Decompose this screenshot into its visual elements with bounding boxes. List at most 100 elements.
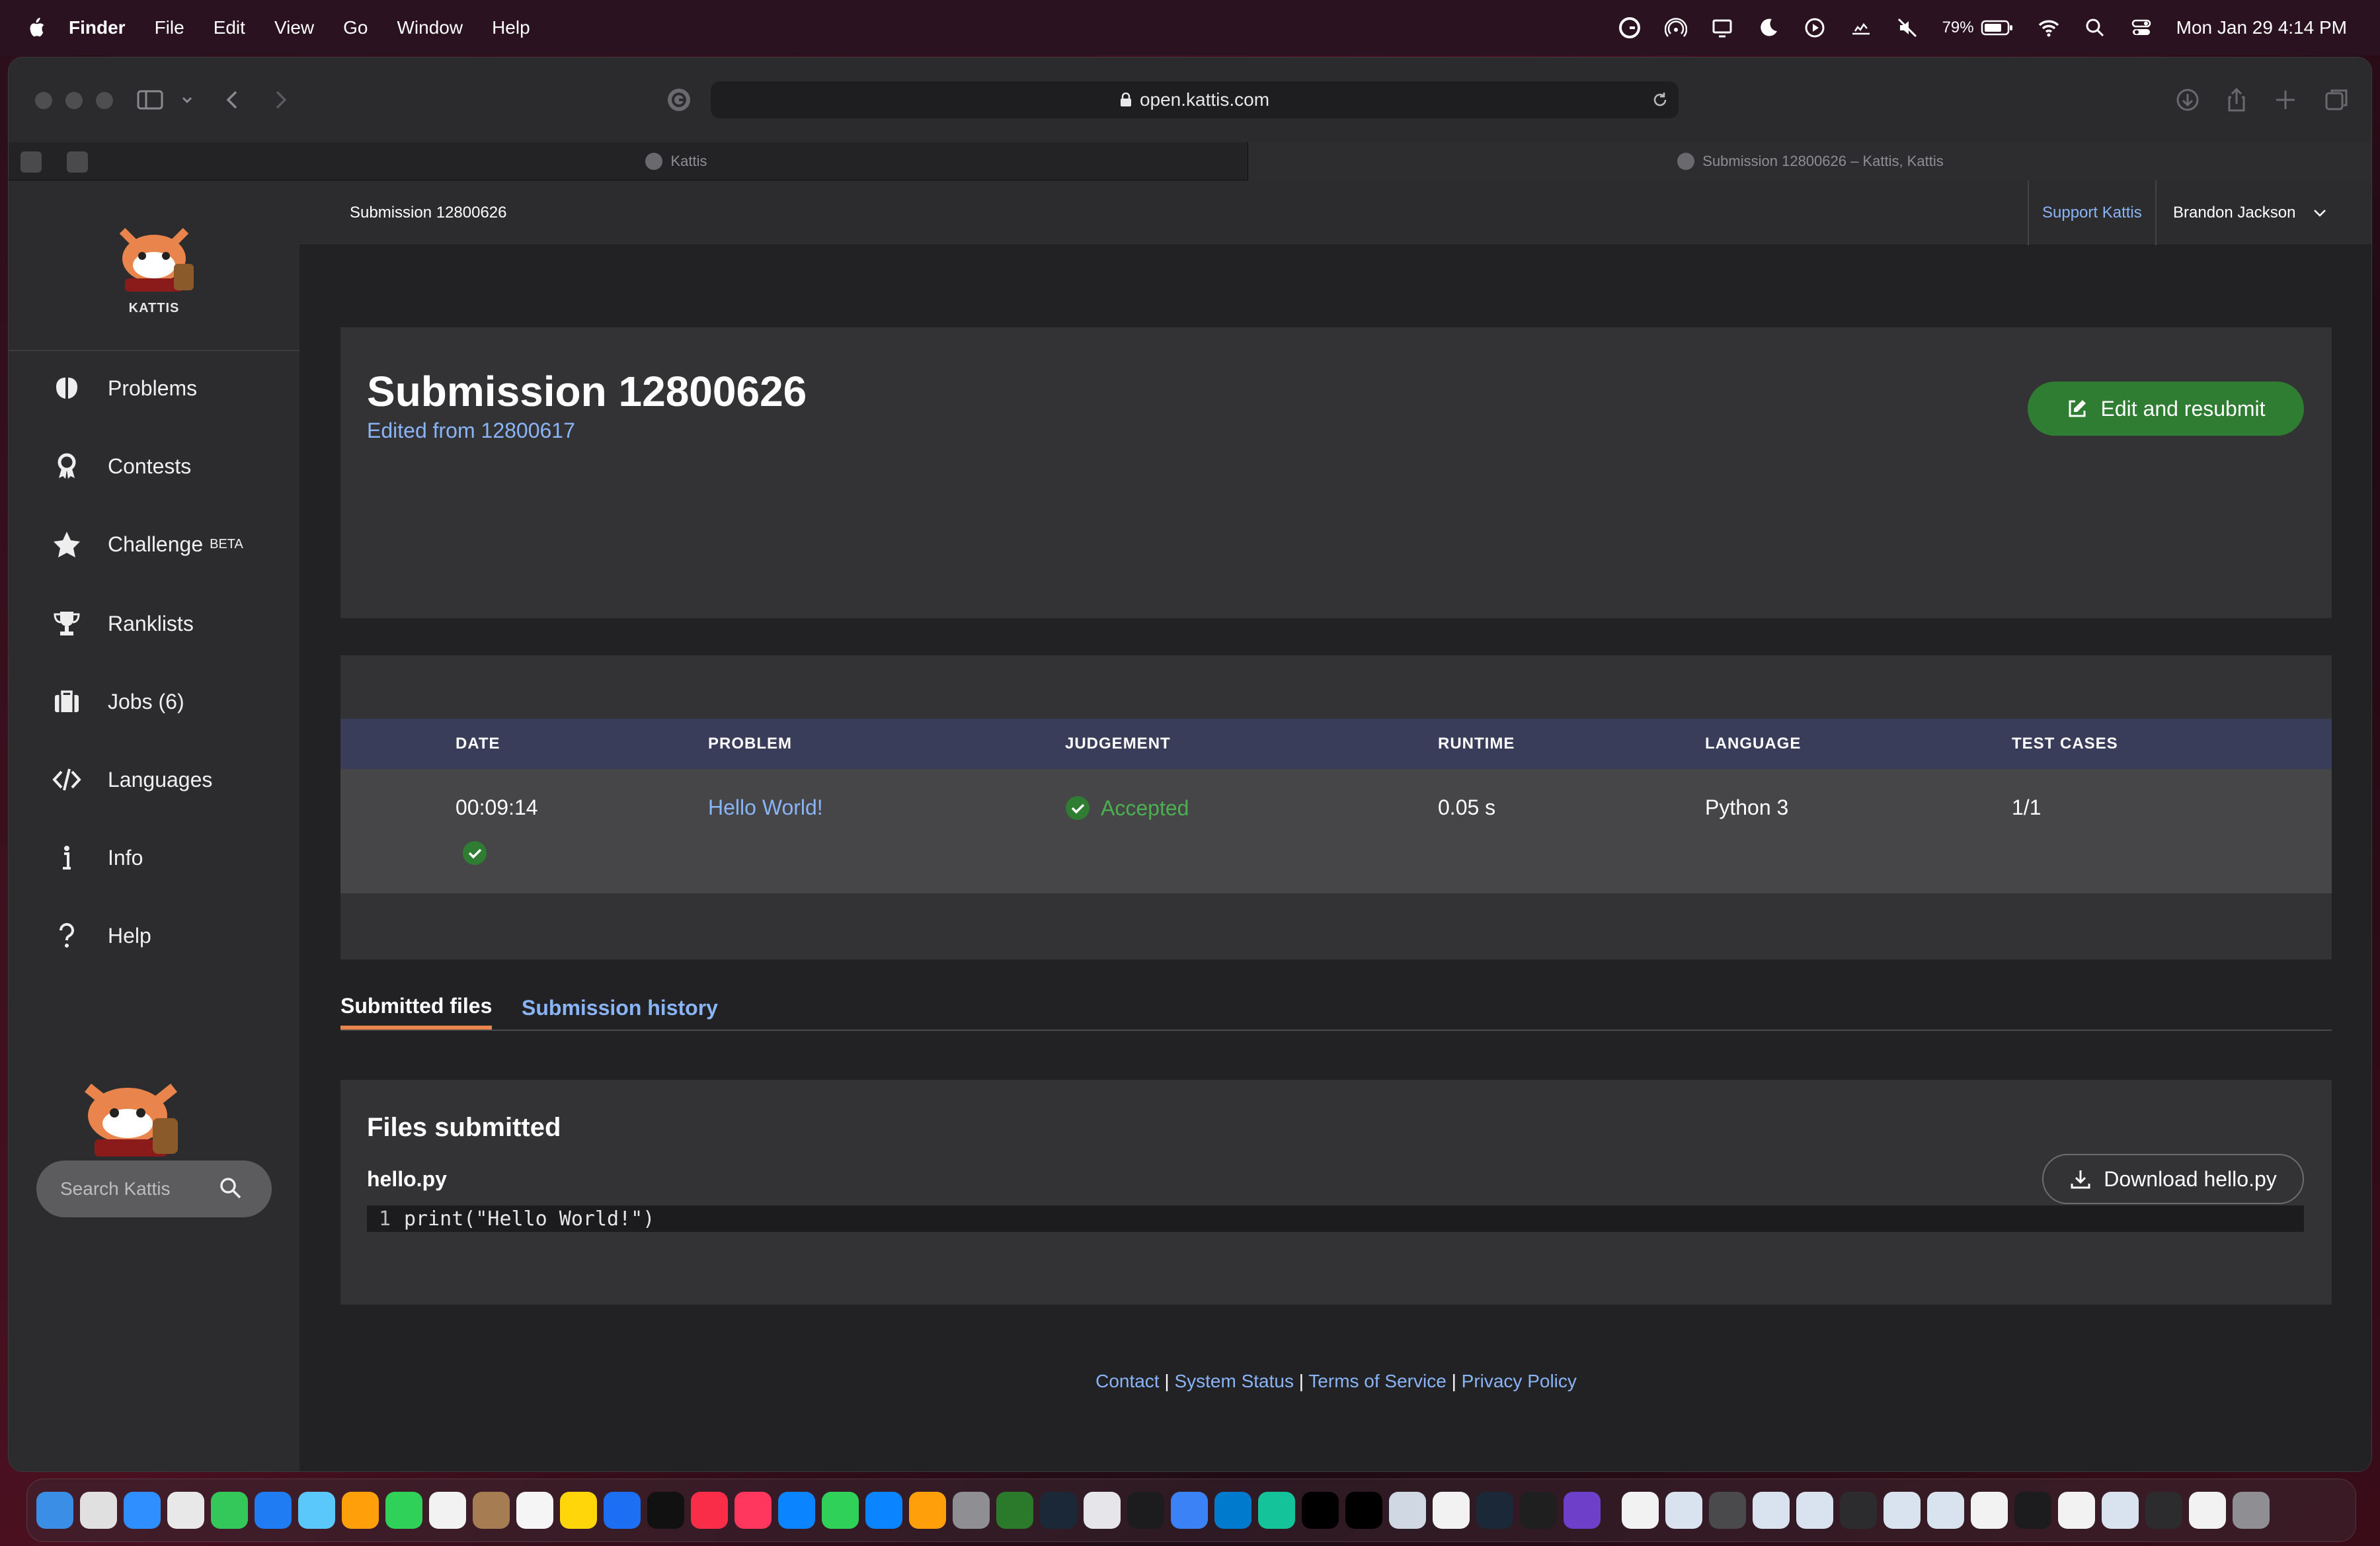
window-thumbnail-icon[interactable] (1840, 1492, 1877, 1529)
chevron-down-icon[interactable] (178, 85, 196, 114)
spotlight-search-icon[interactable] (2084, 17, 2106, 39)
grammarly-icon[interactable] (1618, 17, 1641, 39)
apple-icon[interactable] (26, 17, 46, 39)
mail-icon[interactable] (255, 1492, 292, 1529)
notes-icon[interactable] (560, 1492, 597, 1529)
back-icon[interactable] (219, 85, 248, 114)
user-menu[interactable]: Brandon Jackson (2173, 181, 2328, 245)
photos-icon[interactable] (342, 1492, 379, 1529)
dock-app-icon[interactable] (1084, 1492, 1121, 1529)
window-thumbnail-icon[interactable] (2189, 1492, 2226, 1529)
mute-icon[interactable] (1896, 17, 1919, 39)
preview-icon[interactable] (1389, 1492, 1426, 1529)
activity-monitor-icon[interactable] (1520, 1492, 1557, 1529)
minecraft-icon[interactable] (996, 1492, 1033, 1529)
news-icon[interactable] (734, 1492, 772, 1529)
window-thumbnail-icon[interactable] (1796, 1492, 1833, 1529)
search-input[interactable]: Search Kattis (36, 1160, 272, 1217)
xcode-icon[interactable] (1171, 1492, 1208, 1529)
window-thumbnail-icon[interactable] (2058, 1492, 2095, 1529)
display-icon[interactable] (1711, 17, 1733, 39)
sidebar-item-ranklists[interactable]: Ranklists (52, 604, 194, 643)
window-thumbnail-icon[interactable] (1971, 1492, 2008, 1529)
airdrop-icon[interactable] (1664, 17, 1687, 39)
window-thumbnail-icon[interactable] (1927, 1492, 1964, 1529)
music-icon[interactable] (691, 1492, 728, 1529)
numbers-icon[interactable] (822, 1492, 859, 1529)
terminal-icon[interactable] (1127, 1492, 1164, 1529)
pinned-tab[interactable] (20, 151, 42, 173)
reminders-icon[interactable] (516, 1492, 553, 1529)
contacts-icon[interactable] (473, 1492, 510, 1529)
tab-overview-icon[interactable] (2322, 85, 2352, 114)
download-button[interactable]: Download hello.py (2042, 1154, 2304, 1204)
terminal-icon[interactable] (1302, 1492, 1339, 1529)
menu-file[interactable]: File (155, 17, 184, 38)
system-settings-icon[interactable] (953, 1492, 990, 1529)
safari-icon[interactable] (124, 1492, 161, 1529)
footer-terms-link[interactable]: Terms of Service (1308, 1371, 1447, 1391)
capcut-icon[interactable] (1345, 1492, 1382, 1529)
app-store-icon[interactable] (865, 1492, 902, 1529)
menu-edit[interactable]: Edit (214, 17, 245, 38)
support-kattis-link[interactable]: Support Kattis (2028, 181, 2157, 245)
share-icon[interactable] (2222, 85, 2251, 114)
facetime-icon[interactable] (385, 1492, 422, 1529)
menu-view[interactable]: View (274, 17, 314, 38)
tab-submission[interactable]: Submission 12800626 – Kattis, Kattis (1248, 142, 2371, 181)
pinned-tab[interactable] (67, 151, 88, 173)
address-bar[interactable]: open.kattis.com (711, 81, 1679, 118)
pages-icon[interactable] (909, 1492, 946, 1529)
messages-icon[interactable] (211, 1492, 248, 1529)
window-thumbnail-icon[interactable] (1884, 1492, 1921, 1529)
tv-icon[interactable] (647, 1492, 684, 1529)
grammarly-extension-icon[interactable] (664, 85, 694, 114)
sidebar-toggle-icon[interactable] (136, 85, 165, 114)
grammarly-app-icon[interactable] (1258, 1492, 1295, 1529)
edit-resubmit-button[interactable]: Edit and resubmit (2028, 382, 2304, 436)
window-thumbnail-icon[interactable] (1665, 1492, 1702, 1529)
play-icon[interactable] (1804, 17, 1826, 39)
footer-status-link[interactable]: System Status (1174, 1371, 1294, 1391)
close-button[interactable] (35, 92, 52, 109)
control-center-icon[interactable] (2130, 17, 2153, 39)
menu-window[interactable]: Window (397, 17, 463, 38)
activity-icon[interactable] (1850, 17, 1872, 39)
footer-contact-link[interactable]: Contact (1095, 1371, 1160, 1391)
zoom-button[interactable] (96, 92, 113, 109)
sidebar-item-info[interactable]: Info (52, 838, 143, 877)
trash-icon[interactable] (2233, 1492, 2270, 1529)
maps-icon[interactable] (298, 1492, 335, 1529)
chrome-icon[interactable] (167, 1492, 204, 1529)
window-thumbnail-icon[interactable] (1753, 1492, 1790, 1529)
search-icon[interactable] (218, 1175, 244, 1201)
freeform-icon[interactable] (604, 1492, 641, 1529)
menu-finder[interactable]: Finder (69, 17, 126, 38)
window-thumbnail-icon[interactable] (1709, 1492, 1746, 1529)
vscode-icon[interactable] (1214, 1492, 1251, 1529)
downloads-icon[interactable] (2173, 85, 2202, 114)
minimize-button[interactable] (65, 92, 83, 109)
calendar-icon[interactable] (429, 1492, 466, 1529)
tab-submission-history[interactable]: Submission history (522, 986, 718, 1030)
forward-icon[interactable] (265, 85, 294, 114)
wifi-icon[interactable] (2038, 17, 2060, 39)
tab-submitted-files[interactable]: Submitted files (340, 986, 493, 1030)
script-editor-icon[interactable] (1433, 1492, 1470, 1529)
reload-icon[interactable] (1651, 91, 1669, 109)
problem-link[interactable]: Hello World! (708, 795, 823, 820)
steam-icon[interactable] (1476, 1492, 1513, 1529)
window-thumbnail-icon[interactable] (2145, 1492, 2182, 1529)
launchpad-icon[interactable] (80, 1492, 117, 1529)
clock[interactable]: Mon Jan 29 4:14 PM (2176, 17, 2347, 38)
sidebar-item-contests[interactable]: Contests (52, 446, 191, 486)
sidebar-item-jobs[interactable]: Jobs (6) (52, 682, 184, 721)
sidebar-item-challenge[interactable]: Challenge BETA (52, 524, 243, 564)
edited-from-link[interactable]: Edited from 12800617 (367, 419, 575, 443)
sidebar-item-help[interactable]: Help (52, 916, 151, 956)
new-tab-icon[interactable] (2271, 85, 2300, 114)
document-icon[interactable] (1622, 1492, 1659, 1529)
battery-icon[interactable] (1981, 19, 2014, 37)
moon-icon[interactable] (1757, 17, 1780, 39)
steam-icon[interactable] (1040, 1492, 1077, 1529)
